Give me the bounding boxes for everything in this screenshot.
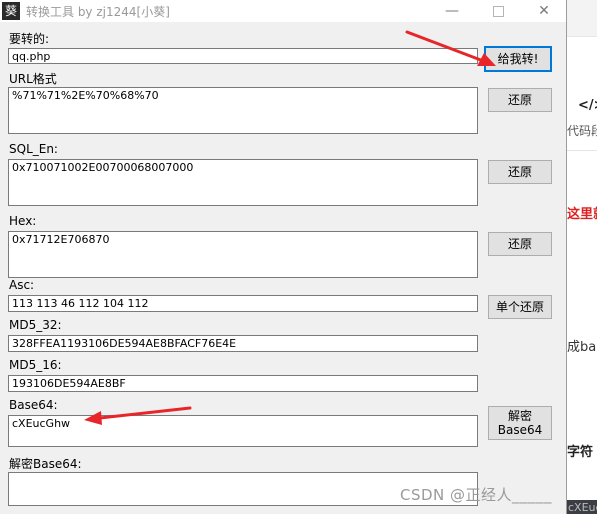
sql-label: SQL_En:: [9, 142, 58, 156]
background-heading: 字符: [567, 445, 594, 460]
input-field[interactable]: qq.php: [8, 48, 478, 64]
hex-field[interactable]: 0x71712E706870: [8, 231, 478, 278]
code-icon[interactable]: </>: [578, 98, 597, 113]
url-label: URL格式: [9, 72, 57, 86]
base64-field[interactable]: cXEucGhw: [8, 415, 478, 447]
restore-asc-button[interactable]: 单个还原: [488, 295, 552, 319]
code-label: 代码段: [567, 124, 597, 138]
background-text: 成ba: [567, 340, 597, 355]
restore-url-button[interactable]: 还原: [488, 88, 552, 112]
convert-button[interactable]: 给我转!: [484, 46, 552, 72]
decode-base64-button[interactable]: 解密 Base64: [488, 406, 552, 440]
app-icon: 葵: [2, 2, 20, 20]
sql-field[interactable]: 0x710071002E00700068007000: [8, 159, 478, 206]
background-red-text: 这里就: [567, 207, 597, 222]
restore-sql-button[interactable]: 还原: [488, 160, 552, 184]
url-field[interactable]: %71%71%2E%70%68%70: [8, 87, 478, 134]
window-title: 转换工具 by zj1244[小葵]: [26, 5, 170, 19]
input-label: 要转的:: [9, 32, 50, 46]
minimize-button[interactable]: —: [432, 0, 472, 22]
background-topbar: [567, 0, 597, 37]
base64-label: Base64:: [9, 398, 58, 412]
background-webpage: [567, 0, 597, 514]
csdn-watermark: CSDN @正经人_____: [400, 486, 553, 504]
decode-button-line1: 解密: [507, 409, 532, 423]
close-button[interactable]: ✕: [524, 0, 564, 22]
md5-32-field[interactable]: 328FFEA1193106DE594AE8BFACF76E4E: [8, 335, 478, 352]
hex-label: Hex:: [9, 214, 37, 228]
maximize-icon: [492, 5, 504, 17]
decode-base64-label: 解密Base64:: [9, 457, 82, 471]
title-bar[interactable]: 葵 转换工具 by zj1244[小葵] — ✕: [0, 0, 566, 22]
decode-button-line2: Base64: [497, 423, 543, 437]
asc-field[interactable]: 113 113 46 112 104 112: [8, 295, 478, 312]
md5-32-label: MD5_32:: [9, 318, 62, 332]
background-code-text: cXEucGhw: [568, 501, 597, 514]
md5-16-field[interactable]: 193106DE594AE8BF: [8, 375, 478, 392]
converter-window: 葵 转换工具 by zj1244[小葵] — ✕ 要转的: qq.php 给我转…: [0, 0, 567, 514]
maximize-button[interactable]: [478, 0, 518, 22]
restore-hex-button[interactable]: 还原: [488, 232, 552, 256]
asc-label: Asc:: [9, 278, 35, 292]
background-divider: [567, 150, 597, 151]
md5-16-label: MD5_16:: [9, 358, 62, 372]
